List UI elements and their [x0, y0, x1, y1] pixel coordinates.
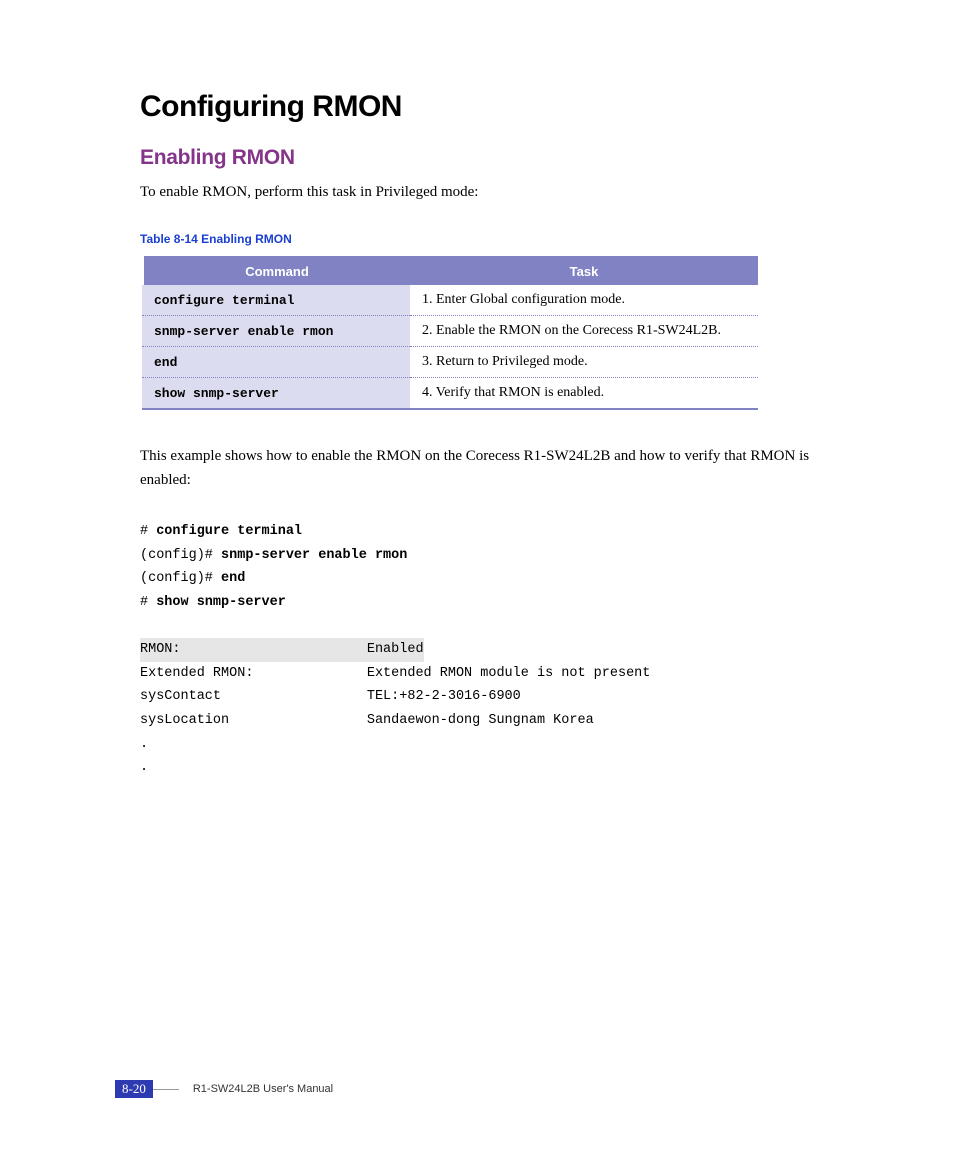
section-title: Enabling RMON [140, 146, 839, 170]
prompt: (config)# [140, 571, 221, 586]
cell-task: 3. Return to Privileged mode. [410, 347, 758, 378]
rmon-value: Enabled [367, 642, 424, 657]
output-line: . [140, 737, 148, 752]
cell-command: configure terminal [142, 285, 410, 316]
footer-divider [153, 1089, 179, 1090]
cell-task: 1. Enter Global configuration mode. [410, 285, 758, 316]
prompt: # [140, 524, 156, 539]
intro-text: To enable RMON, perform this task in Pri… [140, 180, 839, 204]
prompt: (config)# [140, 548, 221, 563]
highlight-row: RMON: Enabled [140, 638, 424, 662]
table-caption: Table 8-14 Enabling RMON [140, 232, 839, 246]
output-line: sysContact TEL:+82-2-3016-6900 [140, 689, 521, 704]
table-row: configure terminal 1. Enter Global confi… [142, 285, 758, 316]
prompt: # [140, 595, 156, 610]
cell-task: 4. Verify that RMON is enabled. [410, 378, 758, 410]
rmon-label: RMON: [140, 642, 367, 657]
term-cmd: configure terminal [156, 524, 302, 539]
cell-command: show snmp-server [142, 378, 410, 410]
footer-manual-name: R1-SW24L2B User's Manual [193, 1083, 333, 1095]
terminal-output: # configure terminal (config)# snmp-serv… [140, 520, 839, 780]
term-cmd: end [221, 571, 245, 586]
command-table: Command Task configure terminal 1. Enter… [140, 256, 758, 410]
cell-command: snmp-server enable rmon [142, 316, 410, 347]
example-intro: This example shows how to enable the RMO… [140, 444, 839, 492]
output-line: sysLocation Sandaewon-dong Sungnam Korea [140, 713, 594, 728]
output-line: . [140, 760, 148, 775]
table-row: show snmp-server 4. Verify that RMON is … [142, 378, 758, 410]
page-number-badge: 8-20 [115, 1080, 153, 1098]
cell-command: end [142, 347, 410, 378]
table-row: end 3. Return to Privileged mode. [142, 347, 758, 378]
cell-task: 2. Enable the RMON on the Corecess R1-SW… [410, 316, 758, 347]
page-title: Configuring RMON [140, 90, 839, 124]
table-header-task: Task [410, 257, 758, 285]
table-row: snmp-server enable rmon 2. Enable the RM… [142, 316, 758, 347]
page-footer: 8-20 R1-SW24L2B User's Manual [115, 1080, 333, 1098]
output-line: Extended RMON: Extended RMON module is n… [140, 666, 650, 681]
term-cmd: snmp-server enable rmon [221, 548, 407, 563]
table-header-command: Command [142, 257, 410, 285]
term-cmd: show snmp-server [156, 595, 286, 610]
